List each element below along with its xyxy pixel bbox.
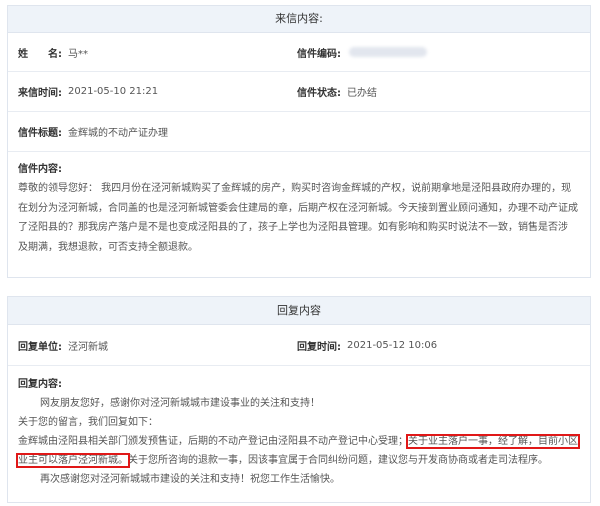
status-value: 已办结 (347, 88, 377, 99)
time-cell: 来信时间: 2021-05-10 21:21 (18, 72, 158, 111)
subject-value: 金辉城的不动产证办理 (68, 128, 168, 139)
reply-time-cell: 回复时间: 2021-05-12 10:06 (297, 325, 437, 365)
subject-row: 信件标题: 金辉城的不动产证办理 (8, 112, 590, 152)
time-status-row: 来信时间: 2021-05-10 21:21 信件状态: 已办结 (8, 72, 590, 112)
reply-content-label: 回复内容: (18, 379, 62, 390)
name-cell: 姓 名: 马** (18, 33, 88, 71)
subject-cell: 信件标题: 金辉城的不动产证办理 (18, 112, 168, 151)
reply-time-value: 2021-05-12 10:06 (347, 339, 438, 351)
content-line: 了泾阳县的？那我房产落户是不是也变成泾阳县的了，孩子上学也为泾阳县管理。如有影响… (18, 222, 568, 233)
reply-panel: 回复内容 回复单位: 泾河新城 回复时间: 2021-05-12 10:06 回… (7, 296, 591, 503)
name-code-row: 姓 名: 马** 信件编码: (8, 33, 590, 72)
reply-time-label: 回复时间: (297, 341, 341, 353)
reply-text: 关于您所咨询的退款一事，因该事宜属于合同纠纷问题，建议您与开发商协商或者走司法程… (128, 455, 548, 466)
reply-meta-row: 回复单位: 泾河新城 回复时间: 2021-05-12 10:06 (8, 325, 590, 366)
reply-line: 关于您的留言，我们回复如下： (18, 417, 158, 428)
status-cell: 信件状态: 已办结 (297, 72, 377, 111)
reply-line: 再次感谢您对泾河新城城市建设的关注和支持！祝您工作生活愉快。 (40, 474, 340, 485)
time-label: 来信时间: (18, 88, 62, 99)
time-value: 2021-05-10 21:21 (68, 86, 159, 97)
highlighted-text: 关于业主落户一事，经了解，目前小区 (406, 434, 580, 449)
highlighted-text: 业主可以落户泾河新城。 (16, 453, 130, 468)
status-label: 信件状态: (297, 88, 341, 99)
content-line: 尊敬的领导您好： 我四月份在泾河新城购买了金辉城的房产，购买时咨询金辉城的产权，… (18, 183, 572, 194)
code-value-redacted (349, 47, 427, 57)
letter-panel: 来信内容: 姓 名: 马** 信件编码: 来信时间: 2021-05-10 21… (7, 5, 591, 278)
code-label: 信件编码: (297, 48, 341, 60)
name-value: 马** (68, 48, 88, 60)
name-label: 姓 名: (18, 48, 62, 60)
content-line: 及期满，我想退款，可否支持全额退款。 (18, 241, 198, 253)
reply-content: 回复内容: 网友朋友您好，感谢你对泾河新城城市建设事业的关注和支持！ 关于您的留… (16, 378, 580, 489)
reply-text: 金辉城由泾阳县相关部门颁发预售证，后期的不动产登记由泾阳县不动产登记中心受理； (18, 436, 408, 447)
reply-unit-value: 泾河新城 (68, 341, 108, 353)
content-line: 在划分为泾河新城，合同盖的也是泾河新城管委会住建局的章，后期产权在泾河新城。今天… (18, 202, 578, 214)
reply-line: 业主可以落户泾河新城。关于您所咨询的退款一事，因该事宜属于合同纠纷问题，建议您与… (16, 451, 580, 470)
subject-label: 信件标题: (18, 128, 62, 139)
reply-line: 网友朋友您好，感谢你对泾河新城城市建设事业的关注和支持！ (40, 398, 320, 409)
letter-content: 信件内容: 尊敬的领导您好： 我四月份在泾河新城购买了金辉城的房产，购买时咨询金… (18, 163, 580, 257)
reply-line: 金辉城由泾阳县相关部门颁发预售证，后期的不动产登记由泾阳县不动产登记中心受理；关… (18, 432, 580, 451)
content-label: 信件内容: (18, 164, 62, 175)
letter-header: 来信内容: (8, 6, 590, 33)
reply-unit-cell: 回复单位: 泾河新城 (18, 325, 108, 365)
reply-header: 回复内容 (8, 297, 590, 325)
reply-unit-label: 回复单位: (18, 341, 62, 353)
code-cell: 信件编码: (297, 33, 427, 71)
